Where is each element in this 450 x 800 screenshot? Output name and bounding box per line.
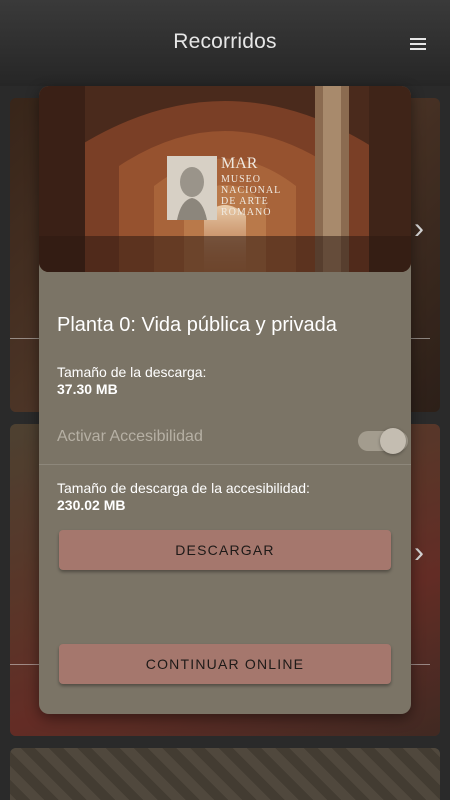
hamburger-menu-icon[interactable] [410, 38, 426, 50]
chevron-right-icon[interactable]: › [414, 538, 424, 568]
accessibility-toggle[interactable] [356, 426, 410, 456]
toggle-thumb [380, 428, 406, 454]
download-button[interactable]: Descargar [59, 530, 391, 570]
logo-line: ROMANO [221, 207, 272, 218]
hero-image: MAR MUSEO NACIONAL DE ARTE ROMANO [39, 86, 411, 272]
museum-logo-text: MAR MUSEO NACIONAL DE ARTE ROMANO [221, 155, 282, 219]
chevron-right-icon[interactable]: › [414, 214, 424, 244]
continue-online-button[interactable]: Continuar online [59, 644, 391, 684]
accessibility-size-value: 230.02 MB [57, 497, 126, 513]
accessibility-row: Activar Accesibilidad [57, 428, 408, 454]
download-size-value: 37.30 MB [57, 381, 118, 397]
logo-mark: MAR [221, 155, 258, 172]
page-title: Recorridos [173, 30, 277, 53]
app-bar: Recorridos [0, 0, 450, 86]
logo-line: NACIONAL [221, 185, 282, 196]
card-overlay [10, 748, 440, 800]
logo-line: MUSEO [221, 174, 262, 185]
logo-line: DE ARTE [221, 196, 269, 207]
tour-title: Planta 0: Vida pública y privada [57, 314, 337, 336]
download-dialog: MAR MUSEO NACIONAL DE ARTE ROMANO Planta… [39, 86, 411, 714]
museum-logo-image [167, 156, 217, 220]
accessibility-size-label: Tamaño de descarga de la accesibilidad: [57, 480, 310, 496]
download-size-label: Tamaño de la descarga: [57, 364, 207, 380]
tour-card[interactable] [10, 748, 440, 800]
accessibility-label: Activar Accesibilidad [57, 428, 203, 445]
divider [39, 464, 411, 465]
